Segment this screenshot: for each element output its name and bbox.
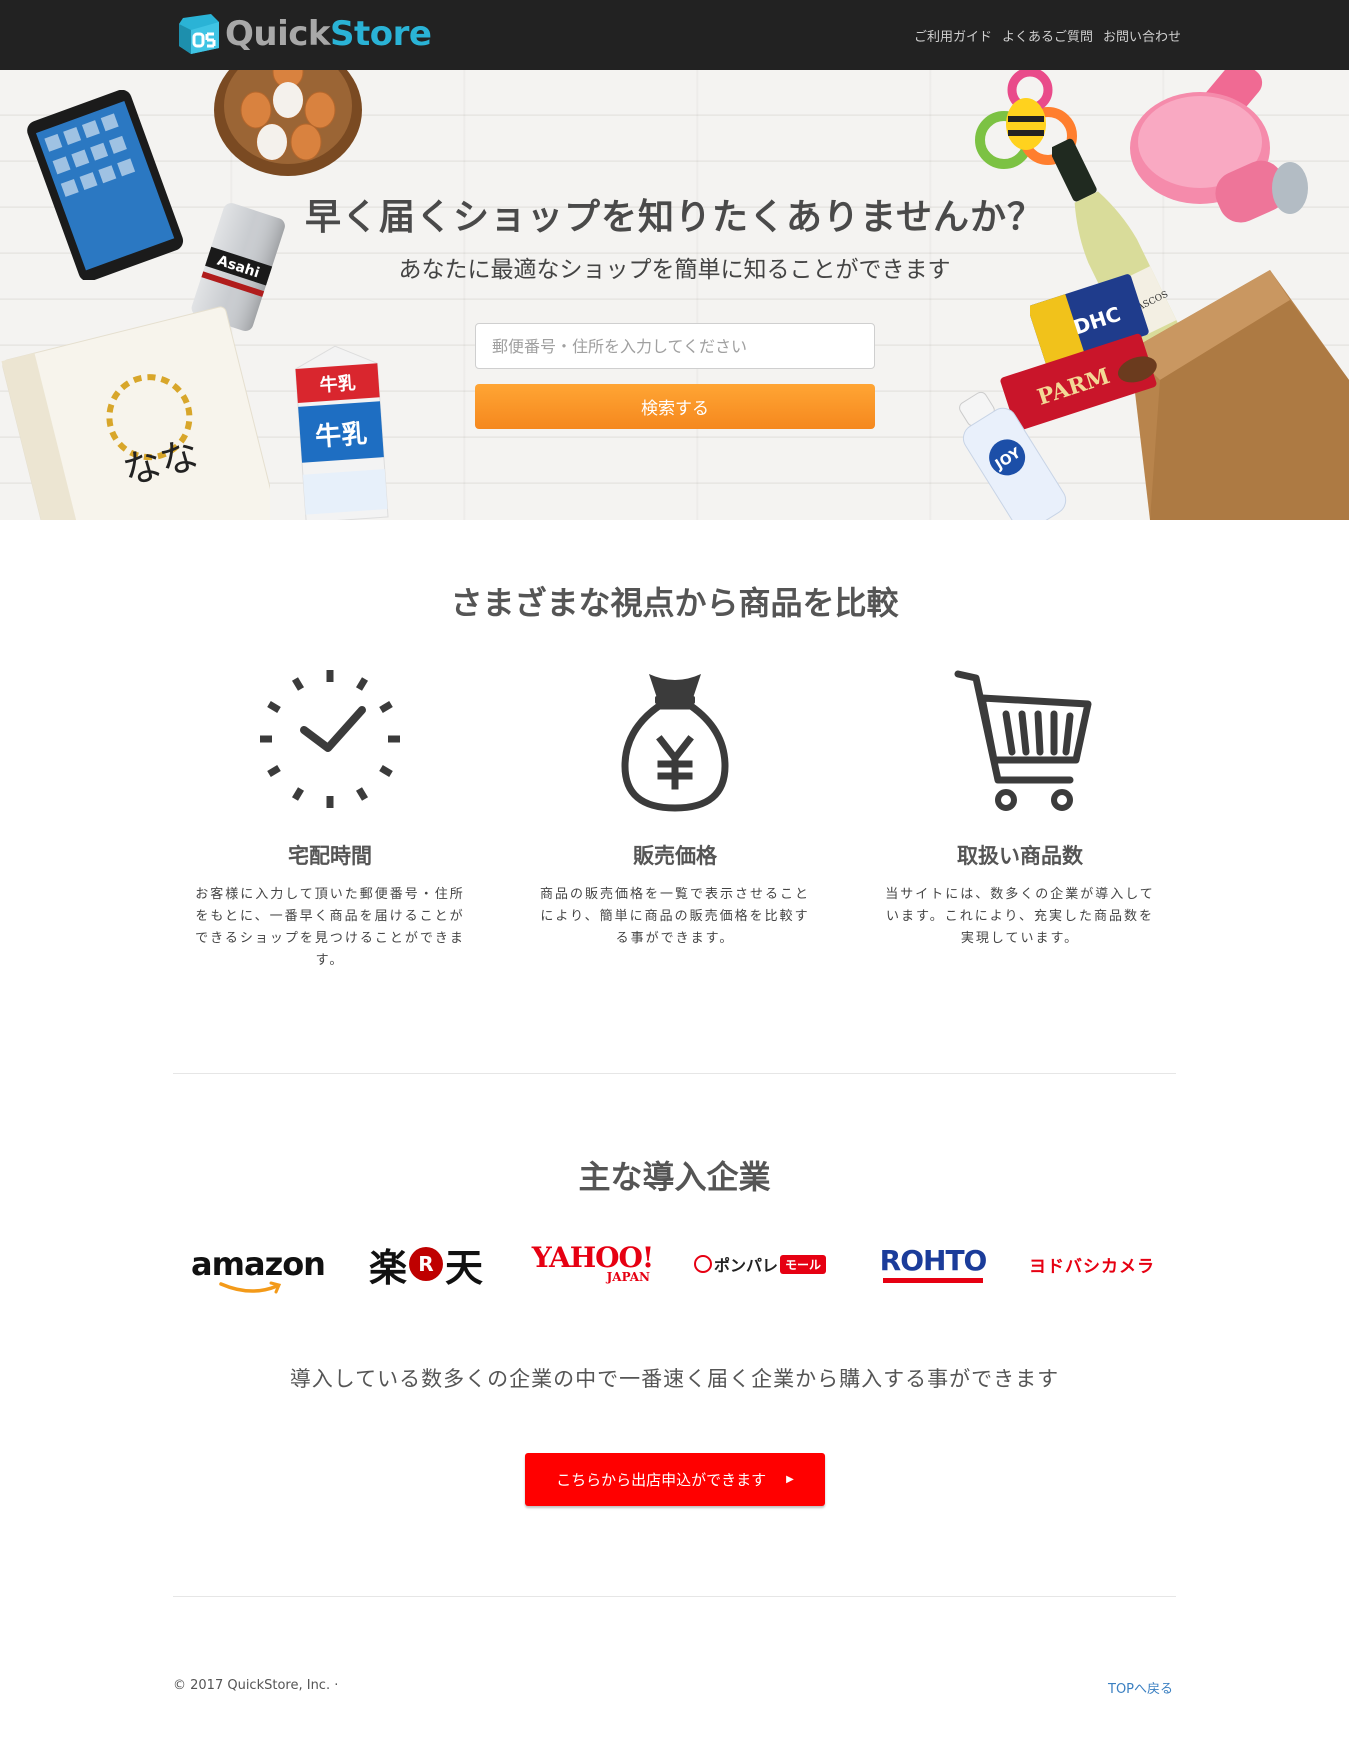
amazon-logo-text: amazon bbox=[191, 1245, 326, 1283]
detergent-bottle-image: JOY bbox=[959, 391, 1067, 520]
hero-subtitle: あなたに最適なショップを簡単に知ることができます bbox=[398, 257, 951, 283]
rakuten-logo-text-right: 天 bbox=[445, 1245, 484, 1290]
money-bag-icon bbox=[621, 674, 729, 812]
yahoo-logo-text: YAHOO! bbox=[531, 1241, 654, 1274]
feature-delivery-time: 宅配時間 お客様に入力して頂いた郵便番号・住所をもとに、一番早く商品を届けること… bbox=[180, 668, 480, 972]
section-divider bbox=[173, 1073, 1176, 1074]
hero-section: Asahi なな 牛乳 牛乳 VASCOS DHC PARM JOY 早く届くシ… bbox=[0, 70, 1349, 520]
rice-bag-image: なな bbox=[1, 306, 270, 520]
feature-heading: 宅配時間 bbox=[288, 844, 372, 868]
feature-heading: 取扱い商品数 bbox=[957, 844, 1083, 868]
logo-text-store: Store bbox=[330, 14, 432, 54]
features-title: さまざまな視点から商品を比較 bbox=[450, 584, 899, 622]
companies-lead-text: 導入している数多くの企業の中で一番速く届く企業から購入する事ができます bbox=[289, 1367, 1060, 1391]
yodobashi-logo-text: ヨドバシカメラ bbox=[1029, 1256, 1155, 1277]
arrow-right-icon: ▶ bbox=[786, 1474, 794, 1485]
footer-divider bbox=[173, 1596, 1176, 1597]
feature-product-count: 取扱い商品数 当サイトには、数多くの企業が導入しています。これにより、充実した商… bbox=[870, 668, 1170, 950]
companies-title: 主な導入企業 bbox=[578, 1158, 771, 1196]
rohto-logo-text: ROHTO bbox=[879, 1243, 988, 1277]
ponpare-p-icon bbox=[693, 1255, 712, 1273]
amazon-smile-icon bbox=[219, 1281, 282, 1294]
store-application-button[interactable]: こちらから出店申込ができます ▶ bbox=[525, 1453, 825, 1506]
svg-text:牛乳: 牛乳 bbox=[319, 372, 356, 396]
ponpare-mall-logo: ポンパレ モール bbox=[690, 1236, 830, 1292]
logo-text-quick: Quick bbox=[225, 14, 331, 54]
cart-icon bbox=[954, 670, 1092, 811]
rohto-underline bbox=[883, 1277, 983, 1283]
yodobashi-camera-logo: ヨドバシカメラ bbox=[1022, 1236, 1162, 1292]
rakuten-logo: 楽 R 天 bbox=[356, 1236, 496, 1292]
ponpare-mall-tag: モール bbox=[780, 1254, 827, 1274]
copyright-text: © 2017 QuickStore, Inc. · bbox=[173, 1678, 339, 1693]
feature-text: 商品の販売価格を一覧で表示させることにより、簡単に商品の販売価格を比較する事がで… bbox=[539, 887, 810, 946]
logo-wordmark: QuickStore bbox=[225, 14, 432, 54]
logo-mark-icon bbox=[179, 14, 219, 54]
address-search-input[interactable] bbox=[475, 323, 875, 369]
feature-text: お客様に入力して頂いた郵便番号・住所をもとに、一番早く商品を届けることができるシ… bbox=[195, 887, 465, 968]
top-nav: ご利用ガイド よくあるご質問 お問い合わせ bbox=[914, 26, 1181, 45]
nav-guide[interactable]: ご利用ガイド bbox=[914, 26, 992, 45]
search-button[interactable]: 検索する bbox=[475, 384, 875, 429]
company-logos: amazon 楽 R 天 YAHOO! JAPAN ポンパレ モール ROHTO… bbox=[0, 1236, 1349, 1296]
rakuten-logo-text-left: 楽 bbox=[368, 1245, 407, 1290]
nav-contact[interactable]: お問い合わせ bbox=[1103, 26, 1181, 45]
clock-icon bbox=[260, 670, 400, 808]
milk-carton-image: 牛乳 牛乳 bbox=[294, 345, 389, 520]
feature-text: 当サイトには、数多くの企業が導入しています。これにより、充実した商品数を実現して… bbox=[885, 887, 1155, 946]
milk-brand-text: 牛乳 bbox=[314, 419, 368, 453]
site-logo[interactable]: QuickStore bbox=[173, 12, 432, 56]
hero-title: 早く届くショップを知りたくありませんか？ bbox=[305, 197, 1044, 238]
yahoo-japan-subtext: JAPAN bbox=[606, 1270, 650, 1284]
egg-bowl-image bbox=[214, 70, 362, 176]
amazon-logo: amazon bbox=[183, 1236, 333, 1294]
yahoo-japan-logo: YAHOO! JAPAN bbox=[525, 1236, 660, 1292]
ponpare-logo-text: ポンパレ bbox=[713, 1256, 778, 1275]
feature-sales-price: 販売価格 商品の販売価格を一覧で表示させることにより、簡単に商品の販売価格を比較… bbox=[525, 668, 825, 950]
feature-heading: 販売価格 bbox=[633, 844, 717, 868]
cta-label: こちらから出店申込ができます bbox=[556, 1471, 767, 1489]
rohto-logo: ROHTO bbox=[868, 1236, 998, 1292]
rakuten-r-icon: R bbox=[409, 1247, 443, 1281]
back-to-top-link[interactable]: TOPへ戻る bbox=[1108, 1678, 1173, 1697]
site-header: QuickStore ご利用ガイド よくあるご質問 お問い合わせ bbox=[0, 0, 1349, 70]
nav-faq[interactable]: よくあるご質問 bbox=[1002, 26, 1093, 45]
